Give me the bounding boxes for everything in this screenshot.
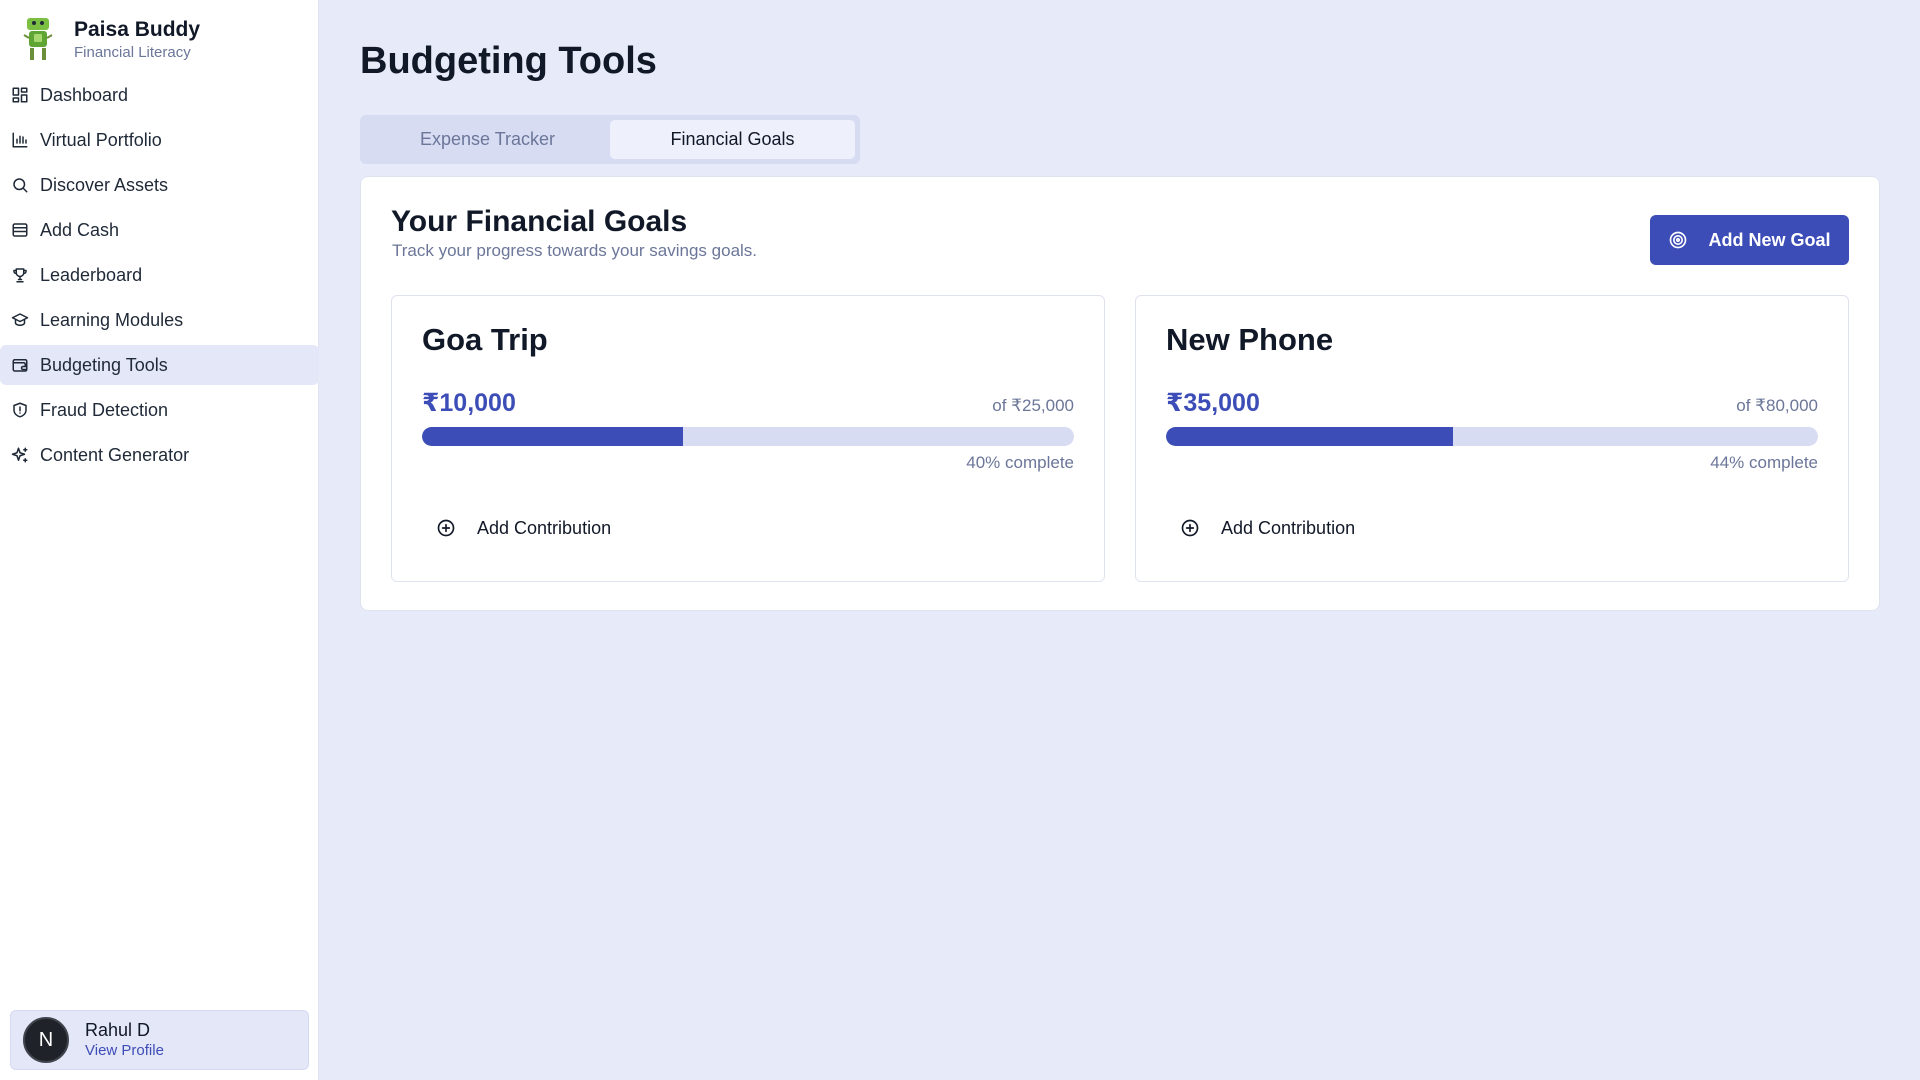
goal-percent-label: 44% complete: [1710, 453, 1818, 472]
target-icon: [1670, 231, 1687, 249]
view-profile-link[interactable]: View Profile: [85, 1041, 164, 1061]
search-icon: [10, 175, 30, 195]
goal-name: Goa Trip: [422, 322, 548, 357]
sidebar-item-content-generator[interactable]: Content Generator: [0, 435, 319, 475]
sidebar-item-label: Budgeting Tools: [40, 354, 168, 375]
sidebar-item-add-cash[interactable]: Add Cash: [0, 210, 319, 250]
plus-circle-icon: [1181, 519, 1199, 537]
goal-target-amount: of ₹25,000: [992, 396, 1074, 415]
plus-circle-icon: [437, 519, 455, 537]
sidebar-item-learning-modules[interactable]: Learning Modules: [0, 300, 319, 340]
dashboard-icon: [10, 85, 30, 105]
mascot-logo-icon: [23, 18, 53, 60]
add-contribution-label: Add Contribution: [477, 517, 612, 538]
sidebar-item-label: Discover Assets: [40, 174, 169, 195]
brand-subtitle: Financial Literacy: [74, 43, 191, 61]
sidebar-item-fraud-detection[interactable]: Fraud Detection: [0, 390, 319, 430]
sidebar-item-label: Virtual Portfolio: [40, 129, 162, 150]
section-subtitle: Track your progress towards your savings…: [392, 241, 758, 260]
goal-progress-bar: [422, 427, 1074, 446]
goal-card: Goa Trip ₹10,000 of ₹25,000 40% complete…: [391, 295, 1105, 582]
sidebar-item-virtual-portfolio[interactable]: Virtual Portfolio: [0, 120, 319, 160]
sidebar-item-label: Content Generator: [40, 444, 190, 465]
sidebar-item-label: Leaderboard: [40, 264, 143, 285]
sparkles-icon: [10, 445, 30, 465]
wallet-card-icon: [10, 355, 30, 375]
goal-saved-amount: ₹35,000: [1166, 389, 1260, 417]
chart-icon: [10, 130, 30, 150]
goal-progress-fill: [422, 427, 683, 446]
trophy-icon: [10, 265, 30, 285]
tab-expense-tracker[interactable]: Expense Tracker: [365, 120, 610, 159]
graduation-cap-icon: [10, 310, 30, 330]
financial-goals-card: Your Financial Goals Track your progress…: [360, 176, 1880, 611]
profile-card[interactable]: N Rahul D View Profile: [10, 1010, 309, 1070]
goal-card: New Phone ₹35,000 of ₹80,000 44% complet…: [1135, 295, 1849, 582]
goal-saved-amount: ₹10,000: [422, 389, 516, 417]
brand[interactable]: Paisa Buddy Financial Literacy: [18, 14, 200, 64]
add-new-goal-button[interactable]: Add New Goal: [1650, 215, 1849, 265]
sidebar-item-discover-assets[interactable]: Discover Assets: [0, 165, 319, 205]
sidebar-item-label: Dashboard: [40, 84, 129, 105]
add-contribution-button[interactable]: Add Contribution: [422, 508, 625, 548]
sidebar-nav: Dashboard Virtual Portfolio Discover Ass…: [0, 75, 319, 480]
page-title: Budgeting Tools: [360, 40, 657, 82]
sidebar-item-leaderboard[interactable]: Leaderboard: [0, 255, 319, 295]
goal-progress-fill: [1166, 427, 1453, 446]
goal-target-amount: of ₹80,000: [1736, 396, 1818, 415]
tab-financial-goals[interactable]: Financial Goals: [610, 120, 855, 159]
goal-progress-bar: [1166, 427, 1818, 446]
sidebar-item-label: Fraud Detection: [40, 399, 169, 420]
shield-icon: [10, 400, 30, 420]
section-title: Your Financial Goals: [391, 205, 688, 238]
goal-percent-label: 40% complete: [966, 453, 1074, 472]
brand-title: Paisa Buddy: [74, 17, 201, 41]
add-contribution-label: Add Contribution: [1221, 517, 1356, 538]
sidebar: Paisa Buddy Financial Literacy Dashboard…: [0, 0, 319, 1080]
add-contribution-button[interactable]: Add Contribution: [1166, 508, 1369, 548]
add-new-goal-label: Add New Goal: [1708, 229, 1831, 250]
wallet-icon: [10, 220, 30, 240]
sidebar-item-dashboard[interactable]: Dashboard: [0, 75, 319, 115]
sidebar-item-budgeting-tools[interactable]: Budgeting Tools: [0, 345, 319, 385]
sidebar-item-label: Learning Modules: [40, 309, 184, 330]
goal-name: New Phone: [1166, 322, 1334, 357]
profile-name: Rahul D: [85, 1020, 151, 1040]
avatar: N: [23, 1017, 69, 1063]
sidebar-item-label: Add Cash: [40, 219, 120, 240]
tab-list: Expense Tracker Financial Goals: [360, 115, 860, 164]
